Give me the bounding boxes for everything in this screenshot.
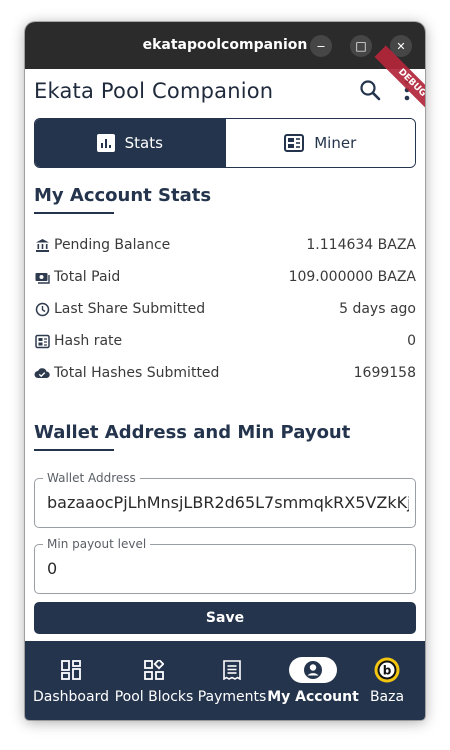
baza-coin-icon: b [374,657,400,683]
stat-label: Pending Balance [54,237,171,253]
stat-label: Hash rate [54,333,123,349]
min-payout-input[interactable]: 0 [47,559,409,578]
bottom-navigation: Dashboard Pool Blocks Payments My Accoun… [25,641,425,720]
bank-icon [34,237,50,253]
nav-dashboard[interactable]: Dashboard [33,641,109,720]
nav-label: My Account [267,689,359,705]
tab-stats-label: Stats [124,134,163,152]
tab-stats[interactable]: Stats [35,119,225,167]
cloud-done-icon [34,365,50,381]
payments-icon [34,269,50,285]
account-stats-heading: My Account Stats [34,185,212,206]
receipt-icon [223,657,241,683]
clock-icon [34,301,50,317]
nav-label: Baza [369,689,405,705]
nav-baza[interactable]: b Baza [363,641,411,720]
min-payout-label: Min payout level [43,537,151,551]
min-payout-field[interactable]: Min payout level 0 [34,537,416,594]
tab-miner[interactable]: Miner [224,119,415,167]
wallet-address-label: Wallet Address [43,471,140,485]
tab-miner-label: Miner [314,134,357,152]
app-bar: Ekata Pool Companion DEBUG [25,45,425,121]
wallet-heading: Wallet Address and Min Payout [34,422,351,443]
view-toggle: Stats Miner [34,118,416,168]
stat-value: 0 [407,333,416,349]
svg-text:b: b [383,664,392,678]
stat-value: 109.000000 BAZA [288,269,416,285]
stat-total-paid: Total Paid 109.000000 BAZA [34,267,416,287]
nav-pool-blocks[interactable]: Pool Blocks [115,641,193,720]
stat-total-hashes: Total Hashes Submitted 1699158 [34,363,416,383]
blocks-icon [144,657,164,683]
close-icon: ✕ [396,39,406,53]
nav-label: Dashboard [33,689,109,705]
save-button[interactable]: Save [34,602,416,634]
window-titlebar: ekatapoolcompanion ‒ □ ✕ [25,22,425,69]
stat-value: 1.114634 BAZA [306,237,416,253]
nav-label: Payments [197,689,267,705]
search-button[interactable] [359,79,381,101]
nav-label: Pool Blocks [114,689,194,705]
maximize-icon: □ [355,39,367,53]
stat-value: 5 days ago [339,301,416,317]
dashboard-icon [61,657,81,683]
account-icon [289,657,337,683]
chip-icon [34,333,50,349]
miner-icon [284,134,305,152]
stat-last-share: Last Share Submitted 5 days ago [34,299,416,319]
stat-label: Total Paid [54,269,121,285]
stat-pending-balance: Pending Balance 1.114634 BAZA [34,235,416,255]
nav-payments[interactable]: Payments [197,641,267,720]
stat-label: Last Share Submitted [54,301,206,317]
search-icon [360,80,381,101]
app-title: Ekata Pool Companion [34,79,274,103]
account-stats-underline [34,212,114,214]
app-window: ekatapoolcompanion ‒ □ ✕ Ekata Pool Comp… [25,22,425,720]
nav-my-account[interactable]: My Account [267,641,359,720]
stats-icon [96,134,115,152]
minimize-button[interactable]: ‒ [310,35,332,57]
wallet-address-field[interactable]: Wallet Address bazaaocPjLhMnsjLBR2d65L7s… [34,471,416,528]
stat-hash-rate: Hash rate 0 [34,331,416,351]
wallet-underline [34,449,114,451]
stat-label: Total Hashes Submitted [54,365,220,381]
stat-value: 1699158 [353,365,416,381]
minimize-icon: ‒ [316,38,326,54]
maximize-button[interactable]: □ [350,35,372,57]
wallet-address-input[interactable]: bazaaocPjLhMnsjLBR2d65L7smmqkRX5VZkKjZ9R [47,493,409,512]
